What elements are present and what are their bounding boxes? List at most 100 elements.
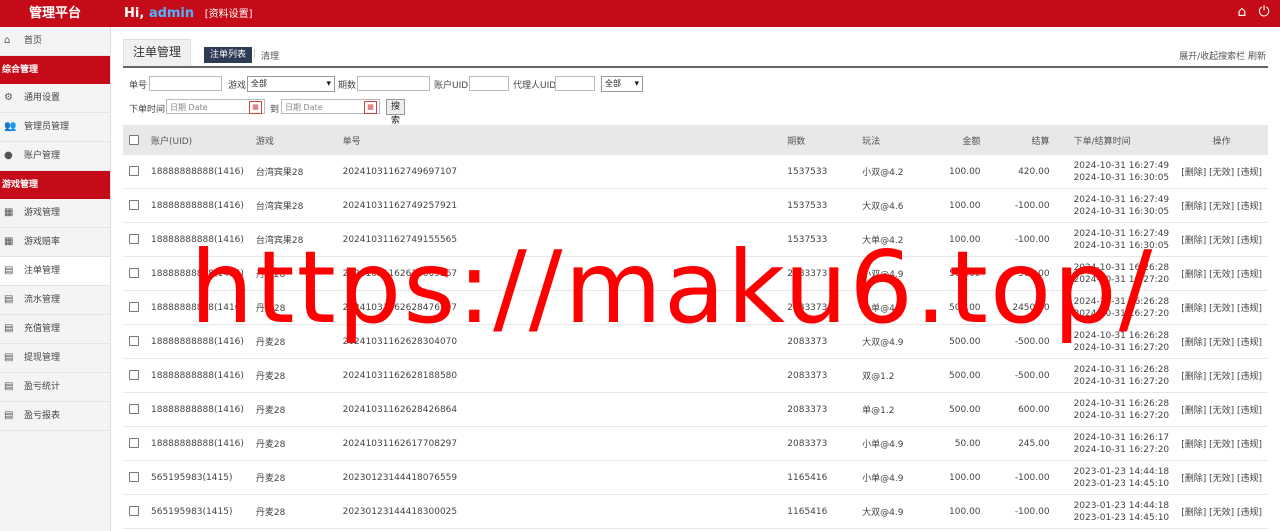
tab-clear[interactable]: 清理	[261, 49, 279, 62]
settle-time: 2024-10-31 16:30:05	[1073, 172, 1170, 183]
bets-table: 账户(UID) 游戏 单号 期数 玩法 金额 结算 下单/结算时间 操作 188…	[123, 125, 1268, 529]
col-play: 玩法	[862, 136, 881, 147]
settle-time: 2024-10-31 16:30:05	[1073, 206, 1170, 217]
username[interactable]: admin	[149, 6, 194, 21]
tab-separator: |	[253, 49, 257, 59]
cell-actions[interactable]: [删除] [无效] [违规]	[1175, 188, 1268, 223]
cell-actions[interactable]: [删除] [无效] [违规]	[1175, 290, 1268, 325]
cell-actions[interactable]: [删除] [无效] [违规]	[1175, 324, 1268, 359]
calendar-icon[interactable]: ▦	[249, 101, 262, 114]
start-date-input[interactable]: 日期 Date ▦	[166, 99, 265, 114]
search-button[interactable]: 搜索	[386, 99, 406, 126]
row-checkbox[interactable]	[129, 506, 139, 517]
sidebar-item[interactable]: ▤ 盈亏报表	[0, 402, 110, 431]
order-time: 2024-10-31 16:27:49	[1073, 194, 1170, 205]
home-icon: ⌂	[4, 35, 11, 46]
table-row: 18888888888(1416) 丹麦28 2024103116262847659…	[123, 290, 1268, 325]
cell-actions[interactable]: [删除] [无效] [违规]	[1175, 358, 1268, 393]
cell-actions[interactable]: [删除] [无效] [违规]	[1175, 256, 1268, 291]
cell-order: 20230123144418300025	[336, 494, 782, 529]
cell-settle: 245.00	[986, 426, 1056, 461]
period-input[interactable]	[357, 76, 430, 91]
time-label: 下单时间	[129, 105, 166, 115]
tab-bet-list[interactable]: 注单列表	[204, 47, 253, 63]
sidebar-item[interactable]: ▤ 提现管理	[0, 344, 110, 373]
row-checkbox[interactable]	[129, 336, 139, 347]
cell-actions[interactable]: [删除] [无效] [违规]	[1175, 222, 1268, 257]
row-checkbox[interactable]	[129, 472, 139, 483]
tab-bet-management[interactable]: 注单管理	[123, 39, 191, 66]
order-input[interactable]	[149, 76, 222, 91]
sidebar-item[interactable]: ▦ 游戏管理	[0, 199, 110, 228]
row-checkbox[interactable]	[129, 404, 139, 415]
cell-order: 20241031162628009367	[336, 256, 782, 291]
cell-amount: 100.00	[927, 460, 987, 495]
sidebar-item[interactable]: ▤ 盈亏统计	[0, 373, 110, 402]
sidebar-item-label: 流水管理	[24, 295, 61, 305]
order-time: 2024-10-31 16:26:28	[1073, 398, 1170, 409]
start-date-placeholder: 日期 Date	[170, 103, 208, 112]
row-checkbox[interactable]	[129, 438, 139, 449]
settle-time: 2024-10-31 16:27:20	[1073, 308, 1170, 319]
select-all-checkbox[interactable]	[129, 134, 139, 145]
to-label: 到	[270, 105, 280, 115]
cell-period: 2083373	[781, 290, 857, 325]
sidebar-item[interactable]: ▤ 注单管理	[0, 257, 110, 286]
cell-actions[interactable]: [删除] [无效] [违规]	[1175, 426, 1268, 461]
game-select[interactable]: 全部	[247, 76, 335, 92]
cell-actions[interactable]: [删除] [无效] [违规]	[1175, 460, 1268, 495]
cell-settle: -100.00	[986, 460, 1056, 495]
cell-period: 1165416	[781, 460, 857, 495]
table-row: 565195983(1415) 丹麦28 20230123144418300025 1…	[123, 494, 1268, 529]
agent-select[interactable]: 全部	[601, 76, 643, 92]
profile-settings-link[interactable]: [资料设置]	[205, 9, 253, 20]
row-checkbox[interactable]	[129, 166, 139, 177]
row-checkbox[interactable]	[129, 200, 139, 211]
sidebar-item[interactable]: ▤ 充值管理	[0, 315, 110, 344]
row-checkbox[interactable]	[129, 302, 139, 313]
settle-time: 2023-01-23 14:45:10	[1073, 478, 1170, 489]
cell-play: 小双@4.9	[856, 256, 928, 291]
cell-actions[interactable]: [删除] [无效] [违规]	[1175, 494, 1268, 529]
user-icon: ●	[4, 150, 13, 161]
row-checkbox[interactable]	[129, 268, 139, 279]
cell-time: 2024-10-31 16:26:17 2024-10-31 16:27:20	[1055, 426, 1176, 461]
cell-order: 20241031162617708297	[336, 426, 782, 461]
order-time: 2024-10-31 16:26:28	[1073, 296, 1170, 307]
sidebar-item-label: 注单管理	[24, 266, 61, 276]
toggle-search-refresh[interactable]: 展开/收起搜索栏 刷新	[1179, 49, 1266, 62]
sidebar-item[interactable]: ▦ 游戏赔率	[0, 228, 110, 257]
cell-account: 18888888888(1416)	[145, 392, 250, 427]
cell-play: 双@1.2	[856, 358, 928, 393]
settle-time: 2024-10-31 16:27:20	[1073, 376, 1170, 387]
row-checkbox[interactable]	[129, 234, 139, 245]
sidebar-item[interactable]: ▤ 流水管理	[0, 286, 110, 315]
sidebar-item-label: 通用设置	[24, 93, 61, 103]
cell-period: 1537533	[781, 188, 857, 223]
uid-input[interactable]	[469, 76, 509, 91]
sidebar-item[interactable]: 👥 管理员管理	[0, 113, 110, 142]
greeting-prefix: Hi,	[124, 6, 145, 21]
power-icon[interactable]: ⏻	[1256, 4, 1272, 20]
cell-period: 2083373	[781, 324, 857, 359]
sidebar-item[interactable]: ● 账户管理	[0, 142, 110, 171]
sidebar-item[interactable]: ⌂ 首页	[0, 27, 110, 56]
sidebar-item[interactable]: ⚙ 通用设置	[0, 84, 110, 113]
end-date-input[interactable]: 日期 Date ▦	[281, 99, 380, 114]
cell-time: 2024-10-31 16:27:49 2024-10-31 16:30:05	[1055, 222, 1176, 257]
calendar-icon[interactable]: ▦	[364, 101, 377, 114]
home-icon[interactable]: ⌂	[1234, 4, 1250, 20]
main-content: 注单管理 注单列表 | 清理 展开/收起搜索栏 刷新 单号 游戏 全部 期数 账…	[123, 27, 1268, 531]
cell-play: 大单@4.2	[856, 222, 928, 257]
col-actions: 操作	[1212, 136, 1231, 147]
cell-game: 丹麦28	[249, 460, 337, 495]
row-checkbox[interactable]	[129, 370, 139, 381]
list-icon: ▤	[4, 323, 14, 334]
cell-time: 2023-01-23 14:44:18 2023-01-23 14:45:10	[1055, 494, 1176, 529]
agent-input[interactable]	[555, 76, 595, 91]
sidebar-item-label: 盈亏统计	[24, 382, 61, 392]
cell-amount: 100.00	[927, 222, 987, 257]
cell-actions[interactable]: [删除] [无效] [违规]	[1175, 155, 1268, 189]
sidebar-item-label: 管理员管理	[24, 122, 70, 132]
cell-actions[interactable]: [删除] [无效] [违规]	[1175, 392, 1268, 427]
